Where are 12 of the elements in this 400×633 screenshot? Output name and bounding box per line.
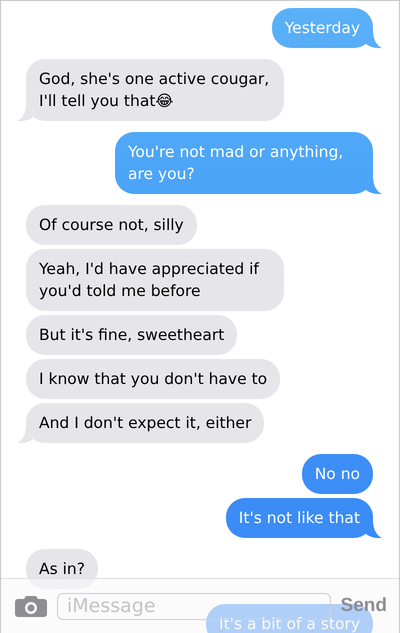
- received-message: Of course not, silly: [26, 205, 197, 245]
- sent-message: It's not like that: [226, 498, 373, 538]
- sent-message: You're not mad or anything, are you?: [115, 132, 373, 194]
- received-message: And I don't expect it, either: [26, 403, 264, 443]
- received-message: As in?: [26, 549, 98, 589]
- sent-message: No no: [302, 454, 373, 494]
- received-message: I know that you don't have to: [26, 359, 280, 399]
- received-message: Yeah, I'd have appreciated if you'd told me before: [26, 249, 284, 311]
- received-message: God, she's one active cougar, I'll tell you that😂: [26, 59, 284, 121]
- camera-icon[interactable]: [15, 595, 47, 617]
- sent-message: Yesterday: [272, 8, 373, 48]
- received-message: But it's fine, sweetheart: [26, 315, 238, 355]
